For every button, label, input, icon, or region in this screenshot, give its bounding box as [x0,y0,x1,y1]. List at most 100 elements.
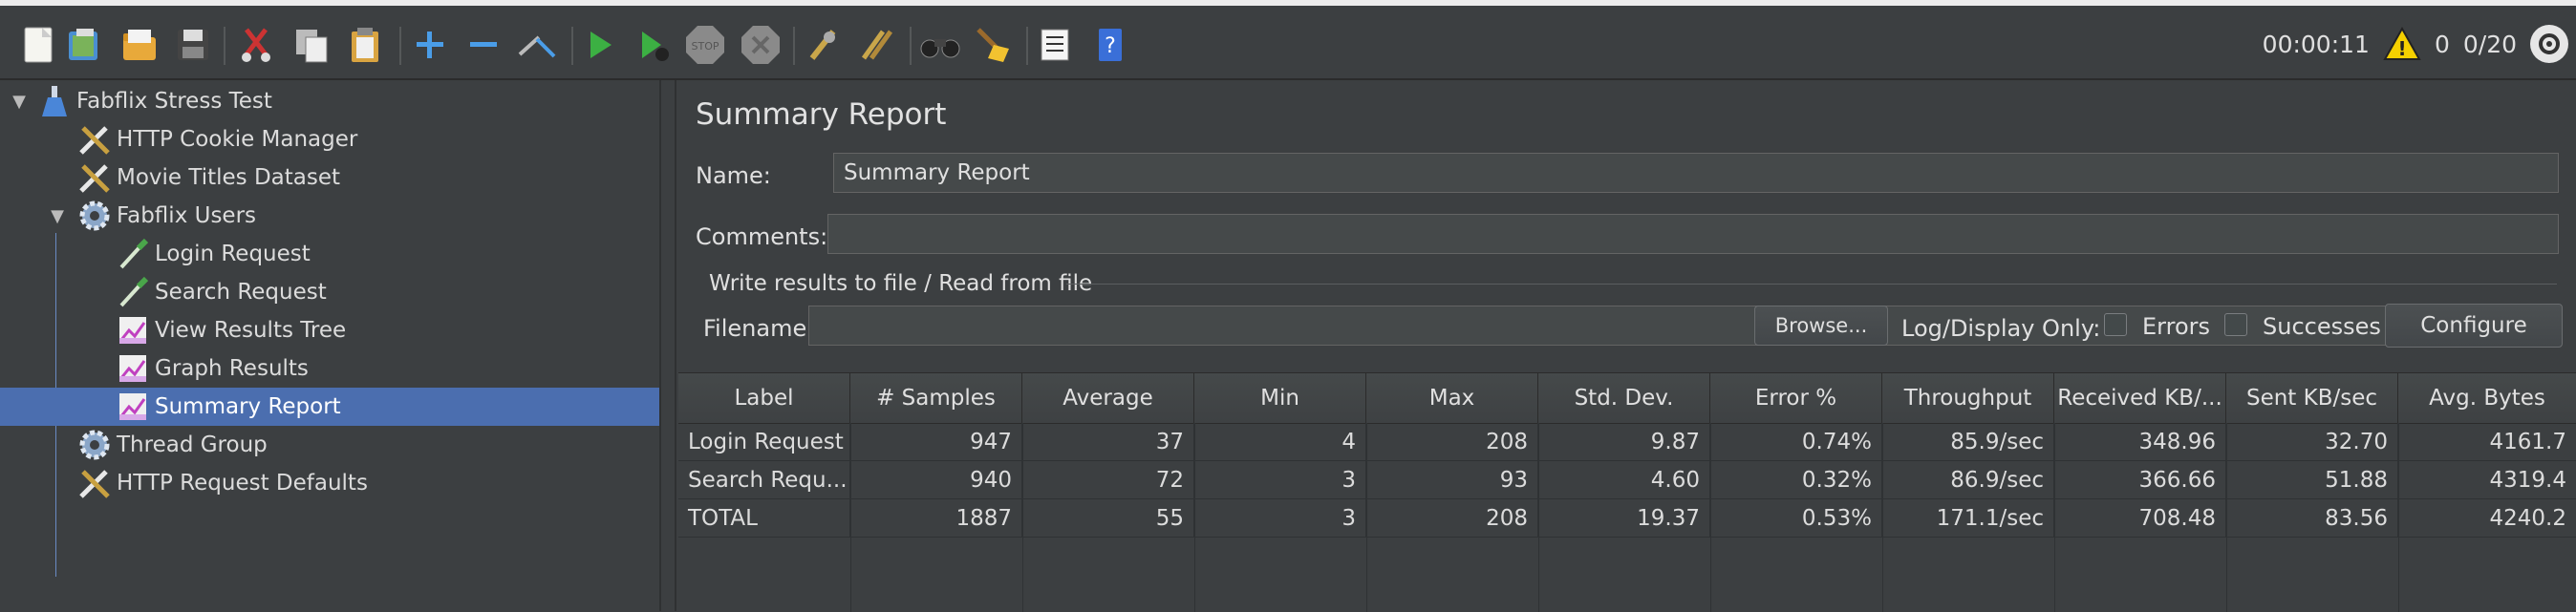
start-icon[interactable] [579,24,621,66]
cell-throughput: 86.9/sec [1882,461,2054,498]
cell-max: 208 [1366,423,1538,460]
cell-max: 93 [1366,461,1538,498]
collapse-icon[interactable] [462,24,504,66]
status-area: 00:00:11 ! 0 0/20 [2263,17,2568,71]
log-display-label: Log/Display Only: [1901,315,2101,342]
warning-count: 0 [2434,30,2450,58]
tree-item-label: Movie Titles Dataset [117,165,341,190]
svg-text:?: ? [1105,34,1116,58]
cell-std-dev: 4.60 [1538,461,1710,498]
tree-item-label: HTTP Request Defaults [117,471,368,496]
cell-sent-kb: 51.88 [2226,461,2398,498]
summary-table: Label # Samples Average Min Max Std. Dev… [678,372,2576,612]
listener-chart-icon [115,312,151,348]
cell-sent-kb: 83.56 [2226,499,2398,537]
clear-all-icon[interactable] [856,24,898,66]
successes-label: Successes [2263,313,2381,340]
tree-item-summary-report[interactable]: Summary Report [0,388,659,426]
config-tools-icon [76,121,113,158]
help-icon[interactable]: ? [1089,24,1131,66]
cut-icon[interactable] [235,24,277,66]
tree-item-label: Fabflix Users [117,203,257,228]
errors-checkbox[interactable] [2104,313,2127,336]
tree-item-fabflix-stress-test[interactable]: ▼ Fabflix Stress Test [0,82,659,120]
col-header-average[interactable]: Average [1022,373,1194,423]
cell-sent-kb: 32.70 [2226,423,2398,460]
split-pane-divider[interactable] [659,80,676,611]
cell-received-kb: 366.66 [2054,461,2226,498]
cell-min: 3 [1194,461,1366,498]
chevron-down-icon[interactable]: ▼ [8,90,31,113]
cell-received-kb: 348.96 [2054,423,2226,460]
comments-field[interactable] [827,214,2559,254]
active-threads: 0/20 [2462,30,2517,58]
svg-text:!: ! [2397,37,2406,60]
tree-item-login-request[interactable]: Login Request [0,235,659,273]
save-icon[interactable] [172,24,214,66]
cell-error-pct: 0.74% [1710,423,1882,460]
browse-button[interactable]: Browse... [1754,306,1888,346]
clear-icon[interactable] [803,24,845,66]
tree-item-graph-results[interactable]: Graph Results [0,349,659,388]
shutdown-icon[interactable] [740,24,782,66]
table-row-total[interactable]: TOTAL 1887 55 3 208 19.37 0.53% 171.1/se… [678,499,2576,538]
name-field[interactable]: Summary Report [833,153,2559,193]
tree-item-search-request[interactable]: Search Request [0,273,659,311]
cell-std-dev: 9.87 [1538,423,1710,460]
col-header-max[interactable]: Max [1366,373,1538,423]
reset-search-icon[interactable] [971,24,1013,66]
paste-icon[interactable] [344,24,386,66]
cell-throughput: 85.9/sec [1882,423,2054,460]
log-viewer-icon[interactable] [2530,25,2568,63]
tree-item-view-results-tree[interactable]: View Results Tree [0,311,659,349]
errors-label: Errors [2142,313,2211,340]
expand-icon[interactable] [409,24,451,66]
start-no-pause-icon[interactable] [633,24,675,66]
elapsed-timer: 00:00:11 [2262,30,2370,58]
sampler-pipette-icon [115,236,151,272]
col-header-samples[interactable]: # Samples [850,373,1022,423]
test-plan-icon [36,83,73,119]
tree-item-movie-titles-dataset[interactable]: Movie Titles Dataset [0,158,659,197]
config-tools-icon [76,159,113,196]
templates-icon[interactable] [63,24,105,66]
listener-chart-icon [115,389,151,425]
summary-report-panel: Summary Report Name: Summary Report Comm… [678,80,2576,612]
copy-icon[interactable] [290,24,333,66]
search-icon[interactable] [919,24,961,66]
successes-checkbox[interactable] [2224,313,2247,336]
stop-icon[interactable]: STOP [684,24,726,66]
tree-item-fabflix-users[interactable]: ▼ Fabflix Users [0,197,659,235]
col-header-throughput[interactable]: Throughput [1882,373,2054,423]
col-header-label[interactable]: Label [678,373,850,423]
tree-item-label: Thread Group [117,433,268,457]
col-header-min[interactable]: Min [1194,373,1366,423]
tree-item-http-request-defaults[interactable]: HTTP Request Defaults [0,464,659,502]
toggle-icon[interactable] [516,24,558,66]
configure-button[interactable]: Configure [2385,304,2563,348]
filename-label: Filename [703,315,807,342]
function-helper-icon[interactable] [1034,24,1076,66]
new-icon[interactable] [17,24,59,66]
cell-average: 72 [1022,461,1194,498]
table-row[interactable]: Search Requ... 940 72 3 93 4.60 0.32% 86… [678,461,2576,499]
col-header-avg-bytes[interactable]: Avg. Bytes [2398,373,2576,423]
tree-item-label: Fabflix Stress Test [76,89,272,114]
table-row[interactable]: Login Request 947 37 4 208 9.87 0.74% 85… [678,423,2576,461]
warning-icon[interactable]: ! [2383,27,2421,61]
file-group-title: Write results to file / Read from file [709,271,1093,296]
col-header-sent-kb[interactable]: Sent KB/sec [2226,373,2398,423]
col-header-std-dev[interactable]: Std. Dev. [1538,373,1710,423]
cell-samples: 940 [850,461,1022,498]
tree-item-http-cookie-manager[interactable]: HTTP Cookie Manager [0,120,659,158]
cell-error-pct: 0.32% [1710,461,1882,498]
toolbar: STOP ? 00:00:11 ! 0 0/20 [0,11,2576,80]
tree-item-thread-group[interactable]: Thread Group [0,426,659,464]
col-header-received-kb[interactable]: Received KB/... [2054,373,2226,423]
cell-label: Search Requ... [678,461,850,498]
cell-average: 55 [1022,499,1194,537]
chevron-down-icon[interactable]: ▼ [46,204,69,227]
col-header-error-pct[interactable]: Error % [1710,373,1882,423]
open-icon[interactable] [118,24,161,66]
name-label: Name: [696,162,771,189]
